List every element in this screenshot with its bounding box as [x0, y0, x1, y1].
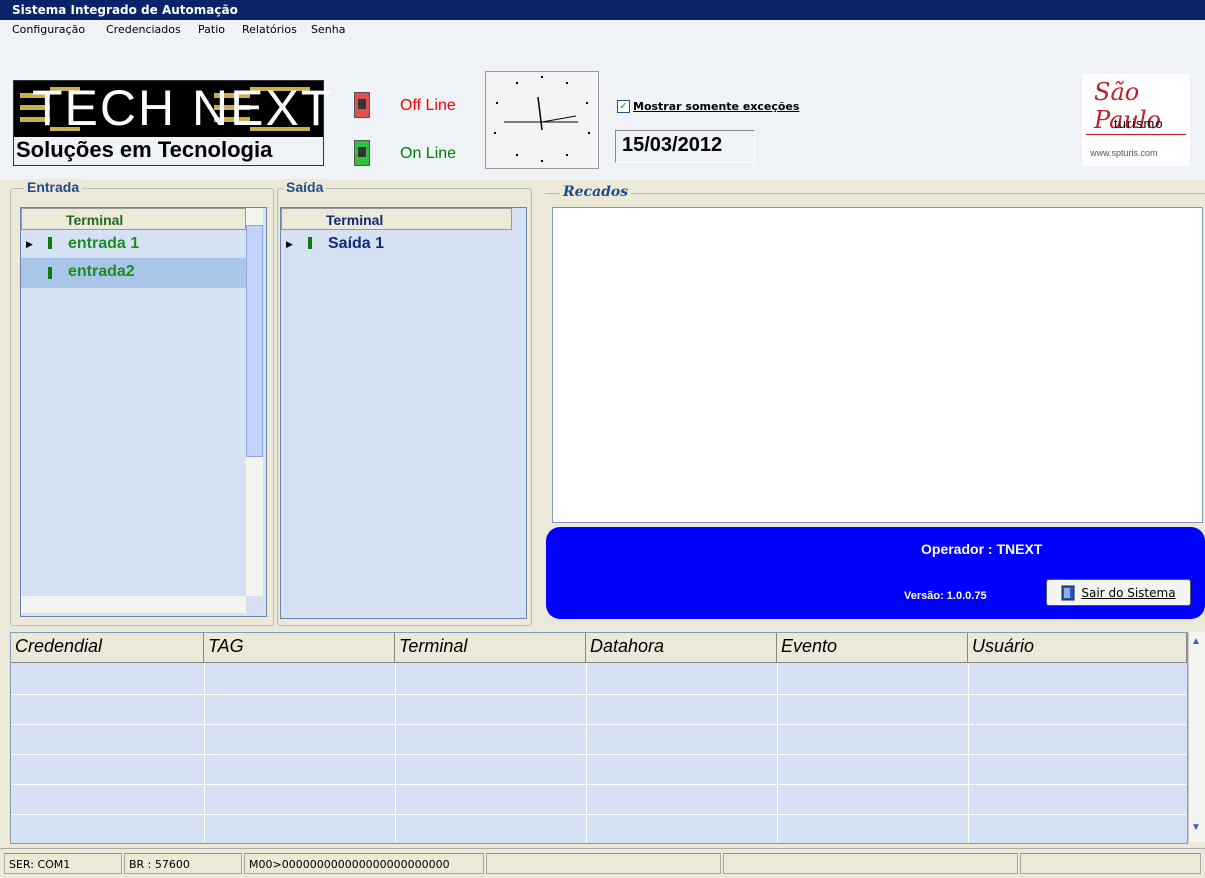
terminal-icon [48, 267, 52, 279]
entrada-grid: Terminal ▶ entrada 1 entrada2 [20, 207, 267, 617]
entrada-row[interactable]: ▶ entrada 1 [21, 230, 246, 258]
status-message: M00>000000000000000000000000 [244, 853, 484, 874]
terminal-icon [308, 237, 312, 249]
scroll-up-icon[interactable]: ▲ [1191, 636, 1201, 647]
entrada-vscroll[interactable] [246, 208, 263, 596]
status-empty-1 [486, 853, 721, 874]
analog-clock [485, 71, 599, 169]
exceptions-label: Mostrar somente exceções [633, 100, 800, 113]
date-display: 15/03/2012 [615, 130, 755, 163]
menu-configuracao[interactable]: Configuração [12, 23, 85, 36]
exit-button-label: Sair do Sistema [1081, 585, 1176, 600]
saida-row[interactable]: ▶ Saída 1 [281, 230, 512, 258]
brand-line3: www.spturis.com [1090, 148, 1158, 158]
version-label: Versão: 1.0.0.75 [904, 590, 987, 602]
entrada-group-label: Entrada [24, 179, 83, 195]
window-title: Sistema Integrado de Automação [12, 3, 238, 17]
recados-group-label: Recados [560, 184, 632, 200]
recados-textarea[interactable] [552, 207, 1203, 523]
title-bar: Sistema Integrado de Automação [0, 0, 1205, 20]
scroll-down-icon[interactable]: ▼ [1191, 822, 1201, 833]
online-icon [354, 140, 370, 166]
sao-paulo-turismo-logo: São Paulo turismo www.spturis.com [1082, 74, 1190, 166]
offline-icon [354, 92, 370, 118]
technext-logo: TECH NEXT Soluções em Tecnologia [13, 80, 331, 166]
operator-name: TNEXT [996, 541, 1043, 557]
status-empty-2 [723, 853, 1018, 874]
operator-label: Operador : TNEXT [921, 541, 1043, 557]
menu-bar: Configuração Credenciados Patio Relatóri… [0, 20, 1205, 41]
saida-grid: Terminal ▶ Saída 1 [280, 207, 527, 619]
col-usuario[interactable]: Usuário [968, 633, 1187, 663]
terminal-icon [48, 237, 52, 249]
door-icon [1061, 585, 1075, 600]
menu-patio[interactable]: Patio [198, 23, 225, 36]
exit-button[interactable]: Sair do Sistema [1046, 579, 1191, 606]
col-tag[interactable]: TAG [204, 633, 395, 663]
checkbox-check-icon[interactable]: ✓ [617, 100, 630, 113]
events-vscroll[interactable]: ▲ ▼ [1188, 632, 1205, 842]
events-grid: Credendial TAG Terminal Datahora Evento … [10, 632, 1188, 844]
logo-subtitle: Soluções em Tecnologia [14, 137, 323, 165]
col-datahora[interactable]: Datahora [586, 633, 777, 663]
col-credendial[interactable]: Credendial [11, 633, 204, 663]
entrada-col-terminal: Terminal [66, 212, 124, 228]
col-evento[interactable]: Evento [777, 633, 968, 663]
exceptions-checkbox[interactable]: ✓ Mostrar somente exceções [617, 100, 799, 113]
entrada-grid-header: Terminal [21, 208, 246, 230]
clock-face-icon [494, 76, 590, 162]
scroll-thumb[interactable] [246, 225, 263, 457]
status-empty-3 [1020, 853, 1201, 874]
entrada-hscroll[interactable] [21, 596, 246, 613]
brand-line2: turismo [1114, 116, 1164, 131]
events-grid-header: Credendial TAG Terminal Datahora Evento … [11, 633, 1187, 663]
menu-credenciados[interactable]: Credenciados [106, 23, 181, 36]
saida-col-terminal: Terminal [326, 212, 384, 228]
saida-group-label: Saída [283, 179, 327, 195]
offline-label: Off Line [400, 97, 456, 114]
logo-title: TECH NEXT [32, 80, 334, 136]
operator-panel: Operador : TNEXT Versão: 1.0.0.75 Sair d… [546, 527, 1205, 619]
col-terminal[interactable]: Terminal [395, 633, 586, 663]
status-bar: SER: COM1 BR : 57600 M00>000000000000000… [0, 848, 1205, 878]
entrada-row[interactable]: entrada2 [21, 258, 246, 288]
status-baud: BR : 57600 [124, 853, 242, 874]
online-label: On Line [400, 145, 457, 162]
recados-group [545, 193, 1205, 194]
status-port: SER: COM1 [4, 853, 122, 874]
saida-grid-header: Terminal [281, 208, 512, 230]
menu-relatorios[interactable]: Relatórios [242, 23, 297, 36]
menu-senha[interactable]: Senha [311, 23, 345, 36]
